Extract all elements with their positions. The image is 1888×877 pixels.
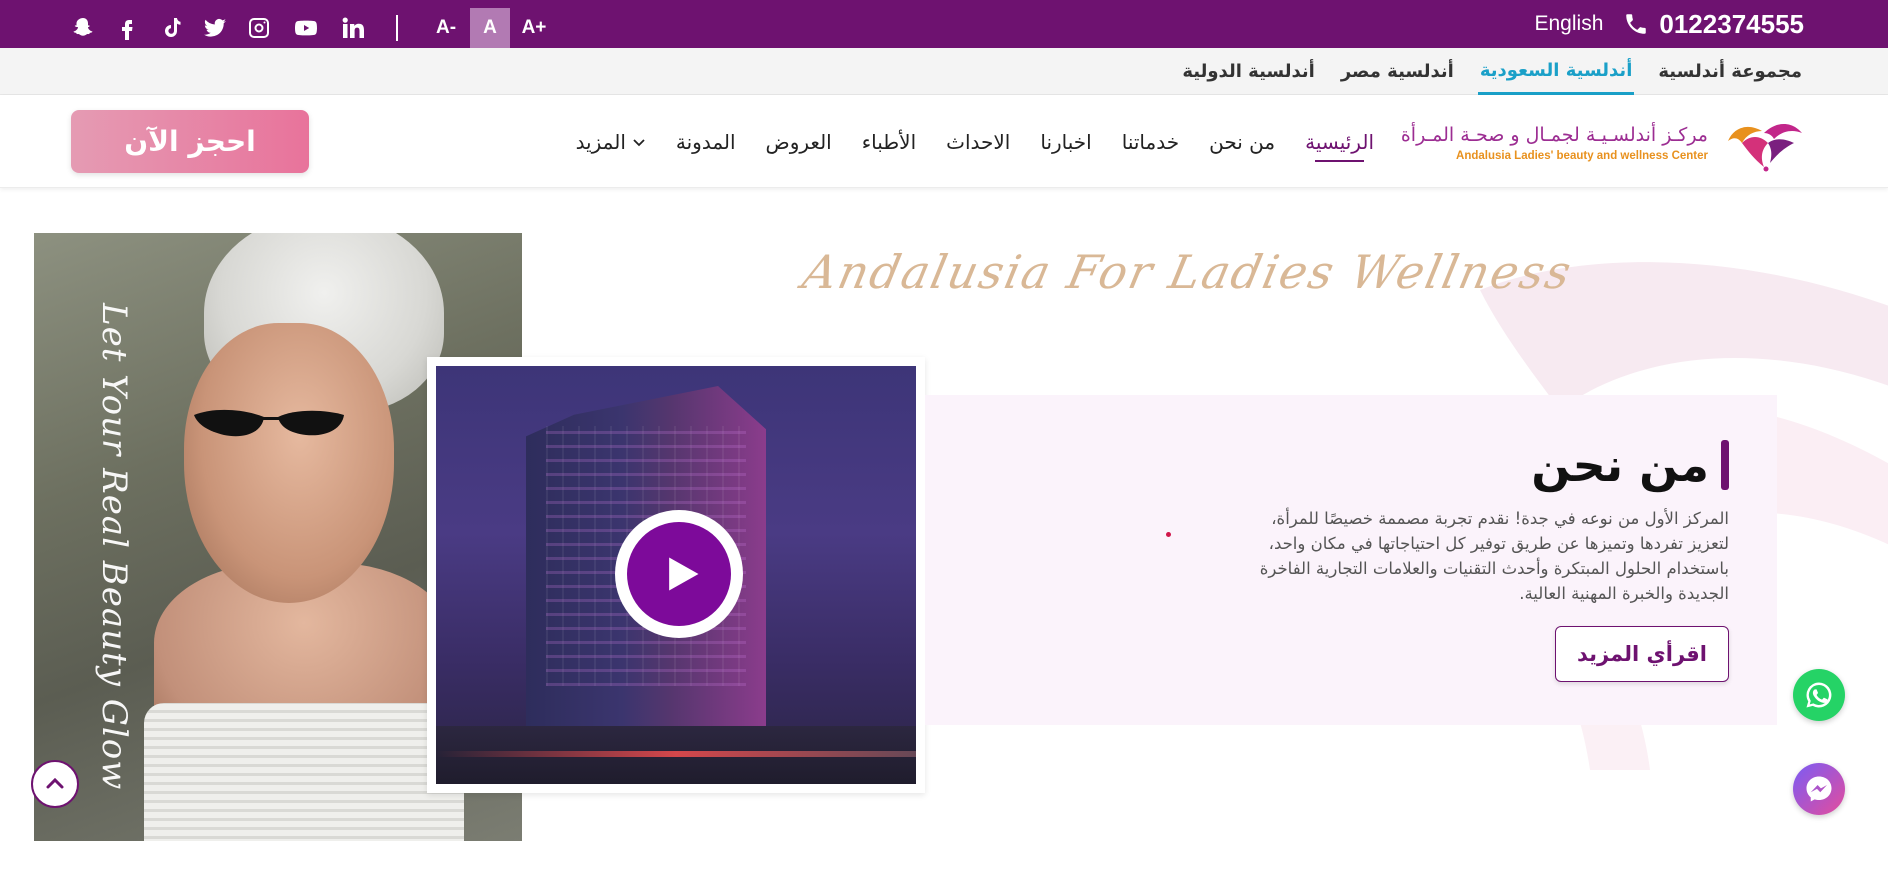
decor-dot [1166,532,1171,537]
about-title-bar [1721,440,1729,490]
whatsapp-button[interactable] [1793,669,1845,721]
nav-more[interactable]: المزيد [576,130,646,154]
video-frame [427,357,925,793]
dress-shape [144,703,464,841]
whatsapp-icon [1806,682,1832,708]
about-heading: من نحن [1531,438,1729,492]
play-icon [669,557,699,591]
group-bar: مجموعة أندلسية أندلسية السعودية أندلسية … [0,48,1888,95]
social-links: A- A A+ [68,8,554,48]
nav-blog[interactable]: المدونة [676,130,736,154]
group-links: مجموعة أندلسية أندلسية السعودية أندلسية … [1180,48,1804,95]
phone-link[interactable]: 0122374555 [1623,9,1804,40]
nav-doctors[interactable]: الأطباء [862,130,916,154]
sunglasses-shape [194,409,344,437]
scroll-to-top-button[interactable] [31,760,79,808]
divider [396,15,398,41]
phone-icon [1626,14,1647,34]
face-shape [184,323,394,603]
main-nav: مركـز أندلسـيـة لجمـال و صحـة المـرأة An… [0,95,1888,188]
messenger-button[interactable] [1793,763,1845,815]
logo-mark-icon [1728,124,1802,172]
video-thumbnail[interactable] [436,366,916,784]
logo-text: مركـز أندلسـيـة لجمـال و صحـة المـرأة An… [1401,124,1708,162]
snapchat-icon[interactable] [68,13,98,43]
logo-arabic: مركـز أندلسـيـة لجمـال و صحـة المـرأة [1400,124,1708,146]
font-size-controls: A- A A+ [426,8,554,48]
instagram-icon[interactable] [244,13,274,43]
book-now-button[interactable]: احجز الآن [71,110,309,173]
chevron-up-icon [46,777,64,789]
messenger-icon [1806,776,1832,802]
script-heading: Andalusia For Ladies Wellness [798,245,1578,299]
group-link-andalusia-saudi[interactable]: أندلسية السعودية [1477,48,1635,95]
font-normal-button[interactable]: A [470,8,510,48]
read-more-button[interactable]: اقرأي المزيد [1555,626,1729,682]
chevron-down-icon [633,138,645,146]
play-button-inner [627,522,731,626]
nav-more-label: المزيد [575,129,626,154]
group-link-andalusia-egypt[interactable]: أندلسية مصر [1339,48,1456,95]
twitter-icon[interactable] [200,13,230,43]
nav-links: الرئيسية من نحن خدماتنا اخبارنا الاحداث … [576,95,1374,188]
nav-home[interactable]: الرئيسية [1305,130,1374,162]
phone-number: 0122374555 [1659,8,1804,39]
top-bar: A- A A+ English 0122374555 [0,0,1888,48]
photo-script-text: Let Your Real Beauty Glow [94,303,134,791]
group-link-andalusia-group[interactable]: مجموعة أندلسية [1656,48,1804,95]
site-logo[interactable]: مركـز أندلسـيـة لجمـال و صحـة المـرأة An… [1401,113,1804,173]
group-link-andalusia-international[interactable]: أندلسية الدولية [1180,48,1316,95]
top-contact: English 0122374555 [1535,6,1805,42]
nav-about[interactable]: من نحن [1209,130,1275,154]
light-streak [436,751,916,757]
nav-services[interactable]: خدماتنا [1122,130,1179,154]
nav-news[interactable]: اخبارنا [1040,130,1091,154]
play-button[interactable] [615,510,743,638]
nav-events[interactable]: الاحداث [946,130,1010,154]
tiktok-icon[interactable] [156,13,186,43]
language-switch[interactable]: English [1535,12,1604,36]
about-title: من نحن [1531,438,1709,492]
nav-offers[interactable]: العروض [766,130,832,154]
font-increase-button[interactable]: A+ [514,8,554,48]
linkedin-icon[interactable] [338,13,368,43]
logo-english: Andalusia Ladies' beauty and wellness Ce… [1456,150,1708,162]
facebook-icon[interactable] [112,13,142,43]
youtube-icon[interactable] [288,13,324,43]
font-decrease-button[interactable]: A- [426,8,466,48]
about-description: المركز الأول من نوعه في جدة! نقدم تجربة … [1259,509,1729,603]
